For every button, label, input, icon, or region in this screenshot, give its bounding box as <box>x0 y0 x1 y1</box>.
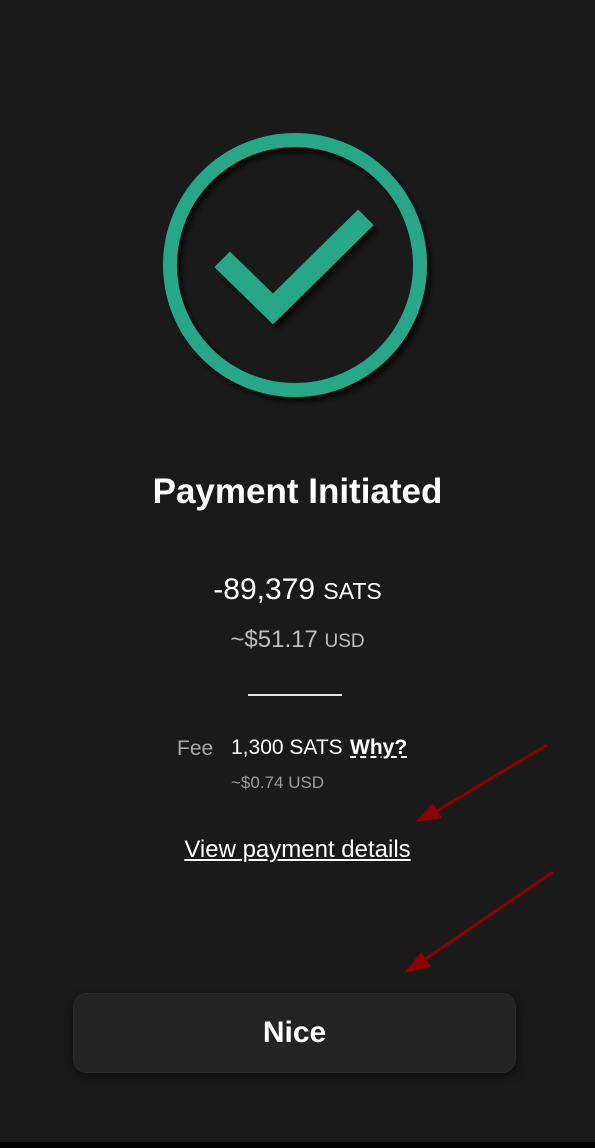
amount-unit: SATS <box>323 578 382 604</box>
system-bottom-bar <box>0 1142 595 1148</box>
fee-why-link[interactable]: Why? <box>350 736 407 760</box>
view-payment-details-link[interactable]: View payment details <box>184 836 410 863</box>
view-payment-details-container: View payment details <box>0 836 595 864</box>
divider <box>248 694 342 696</box>
amount-value: -89,379 <box>213 573 316 606</box>
annotation-arrow-nice <box>404 870 554 973</box>
annotation-arrow-details <box>415 743 548 822</box>
amount-usd-value: ~$51.17 <box>230 626 318 653</box>
page-title: Payment Initiated <box>152 472 443 511</box>
amount-usd: ~$51.17 USD <box>0 626 595 654</box>
amount-usd-unit: USD <box>324 631 365 652</box>
fee-label: Fee <box>177 737 214 760</box>
fee-usd: ~$0.74 USD <box>231 773 325 792</box>
amount-sats: -89,379 SATS <box>0 573 595 607</box>
nice-button[interactable]: Nice <box>73 993 516 1073</box>
payment-initiated-screen: Payment Initiated -89,379 SATS ~$51.17 U… <box>0 0 595 1142</box>
check-circle-icon <box>148 124 448 424</box>
fee-value: 1,300 SATS <box>231 736 343 759</box>
